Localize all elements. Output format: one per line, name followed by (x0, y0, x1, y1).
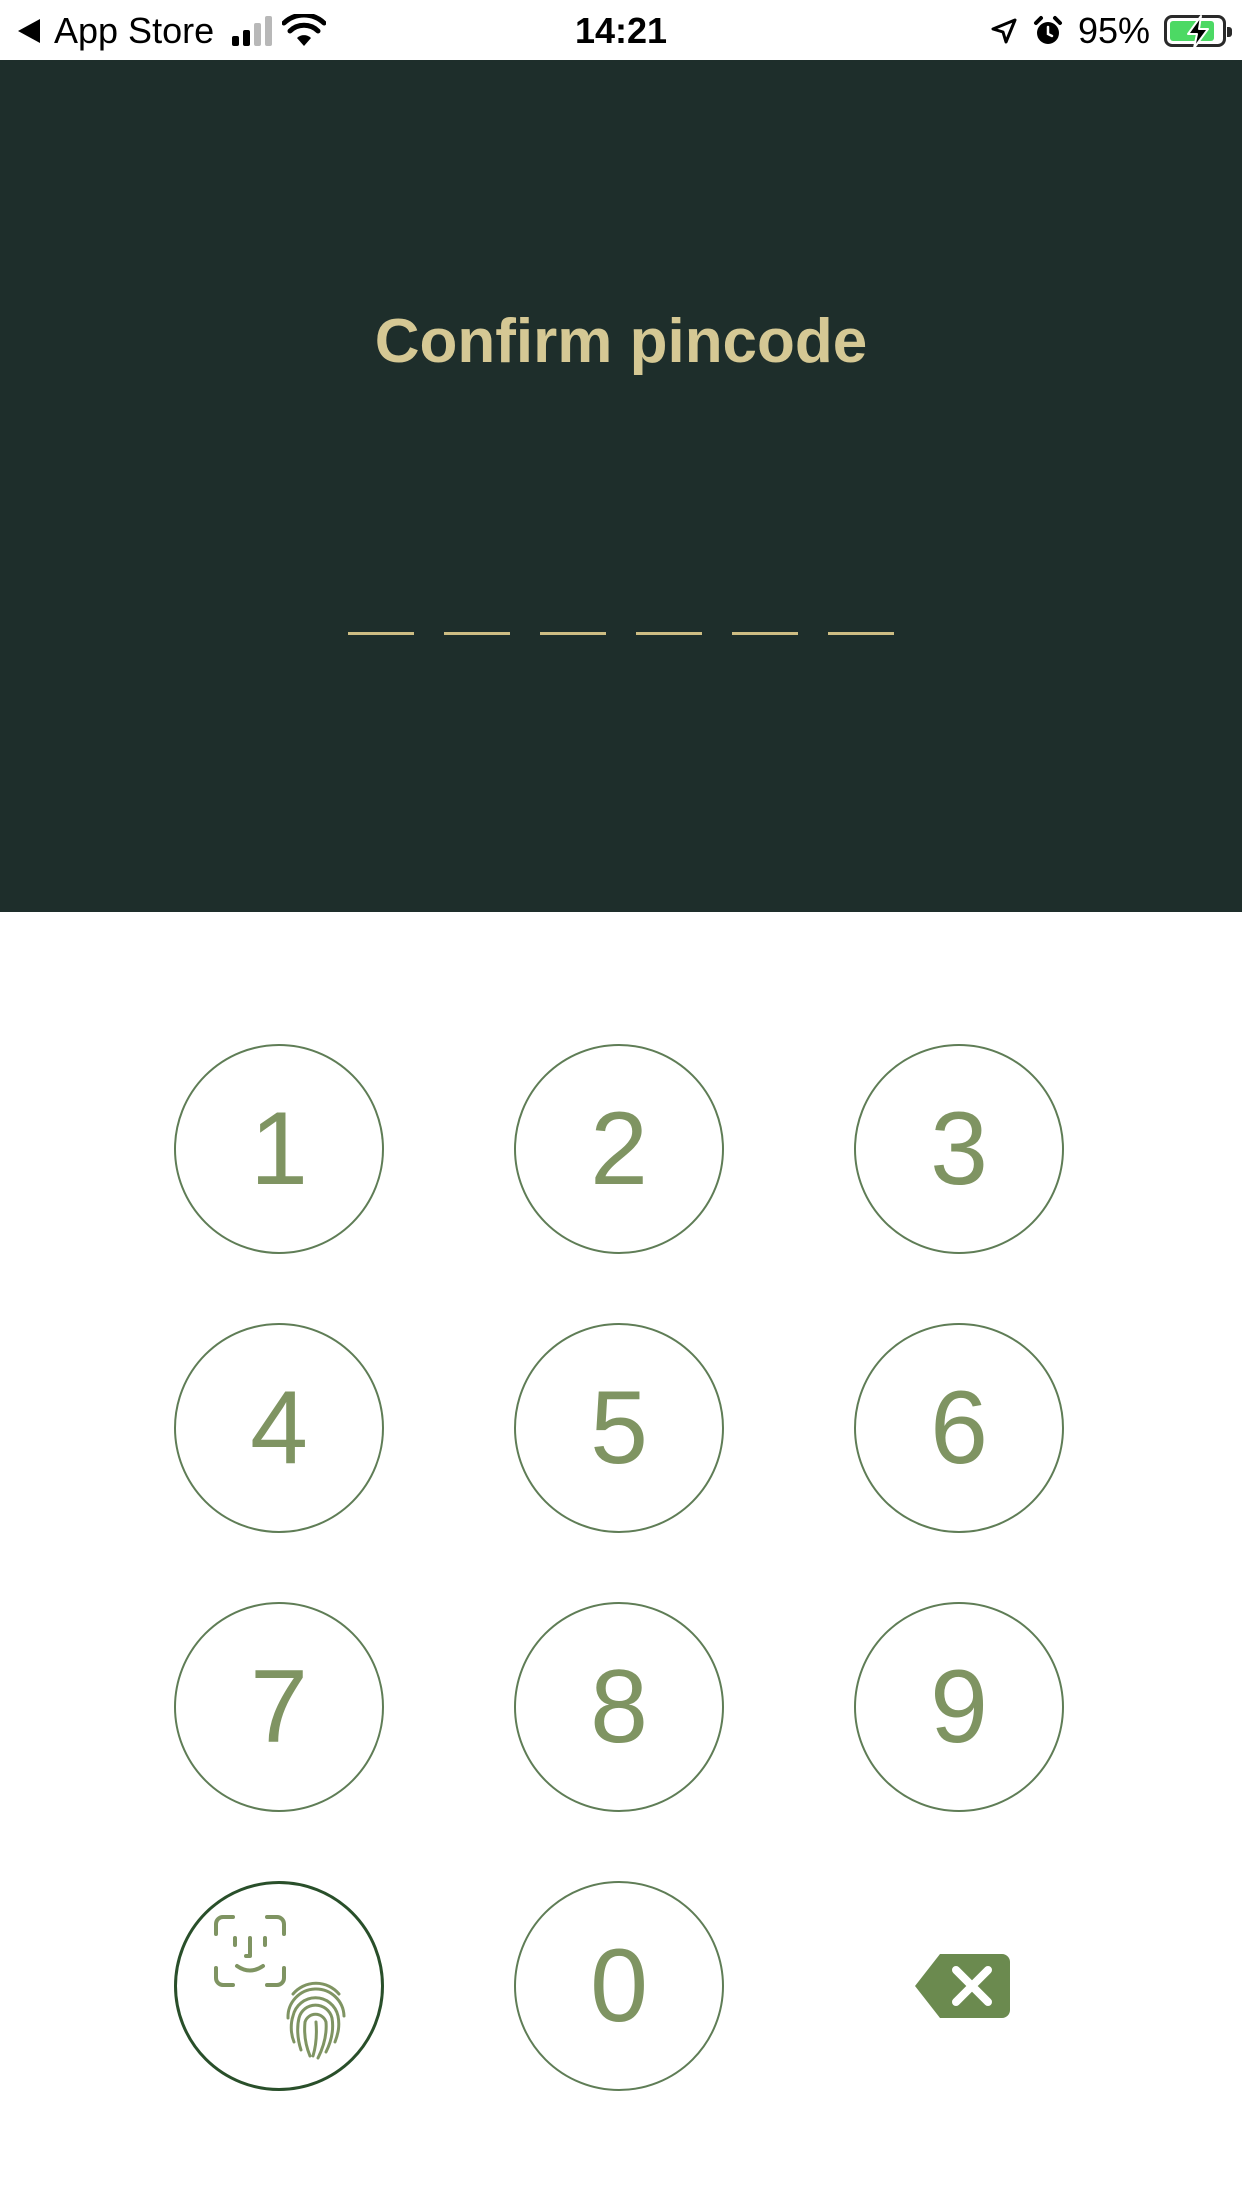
faceid-icon (214, 1915, 286, 1987)
key-digit: 0 (590, 1928, 648, 2044)
status-icons: 95% (990, 10, 1232, 52)
key-6[interactable]: 6 (854, 1323, 1064, 1533)
pin-indicator (348, 632, 894, 635)
key-digit: 4 (250, 1370, 308, 1486)
key-digit: 3 (930, 1091, 988, 1207)
key-0[interactable]: 0 (514, 1881, 724, 2091)
key-2[interactable]: 2 (514, 1044, 724, 1254)
key-digit: 5 (590, 1370, 648, 1486)
key-digit: 7 (250, 1649, 308, 1765)
pin-slot (444, 632, 510, 635)
key-digit: 8 (590, 1649, 648, 1765)
location-arrow-icon (991, 18, 1017, 44)
battery-charging-icon (1164, 15, 1232, 49)
biometric-button[interactable] (174, 1881, 384, 2091)
key-3[interactable]: 3 (854, 1044, 1064, 1254)
fingerprint-icon (286, 1981, 346, 2060)
key-4[interactable]: 4 (174, 1323, 384, 1533)
pin-slot (348, 632, 414, 635)
key-5[interactable]: 5 (514, 1323, 724, 1533)
backspace-icon[interactable] (912, 1950, 1012, 2022)
alarm-clock-icon (1033, 16, 1062, 44)
key-8[interactable]: 8 (514, 1602, 724, 1812)
key-digit: 2 (590, 1091, 648, 1207)
key-digit: 9 (930, 1649, 988, 1765)
key-digit: 1 (250, 1091, 308, 1207)
key-7[interactable]: 7 (174, 1602, 384, 1812)
pin-slot (732, 632, 798, 635)
pin-slot (828, 632, 894, 635)
key-1[interactable]: 1 (174, 1044, 384, 1254)
key-digit: 6 (930, 1370, 988, 1486)
battery-percent: 95% (1077, 10, 1150, 51)
pin-header: Confirm pincode (0, 60, 1242, 912)
pin-slot (636, 632, 702, 635)
page-title: Confirm pincode (374, 307, 868, 376)
key-9[interactable]: 9 (854, 1602, 1064, 1812)
status-bar: App Store 14:21 95% (0, 0, 1242, 60)
pin-slot (540, 632, 606, 635)
